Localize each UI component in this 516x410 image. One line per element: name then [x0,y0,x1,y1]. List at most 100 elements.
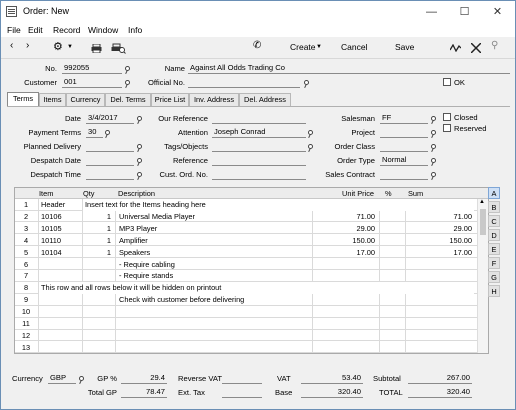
cell-item[interactable]: 10106 [39,211,81,223]
currency-paste-icon[interactable] [79,376,84,383]
cell-sum[interactable]: 29.00 [406,223,474,235]
customer-field[interactable]: 001 [62,77,122,88]
marker-f-button[interactable]: F [488,257,500,269]
table-row[interactable]: 12 [15,330,477,342]
cell-desc[interactable] [117,330,311,342]
cell-item[interactable] [39,294,81,306]
cust-ord-no-field[interactable] [212,169,306,180]
cell-desc[interactable] [117,306,311,318]
cell-qty[interactable] [83,294,113,306]
cell-desc[interactable] [117,318,311,330]
despatch-time-field[interactable] [86,169,134,180]
cell-desc[interactable]: Universal Media Player [117,211,311,223]
order-class-paste-icon[interactable] [431,144,436,151]
cell-item[interactable] [39,259,81,271]
cell-qty[interactable] [83,306,113,318]
cell-price[interactable] [313,318,377,330]
cell-item[interactable] [39,342,81,354]
cell-price[interactable] [313,270,377,282]
next-record-icon[interactable]: › [26,40,29,51]
reserved-checkbox[interactable] [443,124,451,132]
cell-item[interactable] [39,306,81,318]
cell-price[interactable] [313,306,377,318]
cell-sum[interactable] [406,270,474,282]
no-paste-icon[interactable] [125,66,130,73]
cell-qty[interactable]: 1 [83,247,113,259]
cell-sum[interactable] [406,342,474,354]
closed-checkbox[interactable] [443,113,451,121]
cell-desc[interactable]: Speakers [117,247,311,259]
grid-scrollbar[interactable]: ▲ [477,199,488,353]
cell-qty[interactable]: 1 [83,223,113,235]
create-button[interactable]: Create [290,42,316,52]
save-button[interactable]: Save [395,42,414,52]
cell-sum[interactable] [406,318,474,330]
project-paste-icon[interactable] [431,130,436,137]
cell-qty[interactable]: 1 [83,211,113,223]
cell-pct[interactable] [380,235,404,247]
table-row[interactable]: 5 10104 1 Speakers 17.00 17.00 [15,247,477,259]
table-row[interactable]: 6 - Require cabling [15,259,477,271]
maximize-button[interactable]: ☐ [448,1,481,23]
cell-pct[interactable] [380,306,404,318]
cell-pct[interactable] [380,342,404,354]
gear-icon[interactable]: ⚙ [53,40,63,53]
cell-price[interactable]: 71.00 [313,211,377,223]
cell-sum[interactable]: 71.00 [406,211,474,223]
table-row[interactable]: 9 Check with customer before delivering [15,294,477,306]
order-type-paste-icon[interactable] [431,158,436,165]
marker-g-button[interactable]: G [488,271,500,283]
cell-price[interactable] [313,294,377,306]
tab-inv-address[interactable]: Inv. Address [189,93,239,106]
row-note-text[interactable]: Insert text for the Items heading here [83,199,474,211]
cell-qty[interactable] [83,270,113,282]
cell-item[interactable] [39,318,81,330]
scroll-thumb[interactable] [480,209,486,235]
currency-field[interactable]: GBP [48,373,76,384]
cell-qty[interactable] [83,259,113,271]
cell-pct[interactable] [380,247,404,259]
reference-field[interactable] [212,155,306,166]
despatch-date-field[interactable] [86,155,134,166]
cell-pct[interactable] [380,318,404,330]
print-icon[interactable] [91,44,102,53]
tab-del-terms[interactable]: Del. Terms [105,93,151,106]
row-note-text[interactable]: This row and all rows below it will be h… [39,282,474,294]
phone-icon[interactable]: ✆ [253,40,261,51]
payment-terms-paste-icon[interactable] [105,130,110,137]
cell-desc[interactable]: - Require stands [117,270,311,282]
cell-qty[interactable] [83,342,113,354]
cell-sum[interactable]: 17.00 [406,247,474,259]
marker-e-button[interactable]: E [488,243,500,255]
cell-pct[interactable] [380,259,404,271]
expand-icon[interactable] [471,43,481,53]
cell-pct[interactable] [380,211,404,223]
cell-price[interactable] [313,342,377,354]
print-preview-icon[interactable] [111,43,126,54]
cell-sum[interactable] [406,294,474,306]
close-button[interactable]: ✕ [481,1,514,23]
scroll-up-icon[interactable]: ▲ [479,199,485,205]
cell-item[interactable]: Header [39,199,81,211]
marker-c-button[interactable]: C [488,215,500,227]
official-no-field[interactable] [188,77,300,88]
menu-window[interactable]: Window [88,25,118,35]
menu-record[interactable]: Record [53,25,80,35]
salesman-paste-icon[interactable] [431,116,436,123]
planned-delivery-field[interactable] [86,141,134,152]
cell-qty[interactable]: 1 [83,235,113,247]
cell-pct[interactable] [380,330,404,342]
marker-a-button[interactable]: A [488,187,500,199]
cell-item[interactable] [39,330,81,342]
tab-currency[interactable]: Currency [66,93,105,106]
table-row[interactable]: 4 10110 1 Amplifier 150.00 150.00 [15,235,477,247]
cell-item[interactable] [39,270,81,282]
menu-edit[interactable]: Edit [28,25,43,35]
our-reference-field[interactable] [212,113,306,124]
prev-record-icon[interactable]: ‹ [10,40,13,51]
create-chevron-down-icon[interactable]: ▼ [316,44,322,50]
menu-file[interactable]: File [7,25,21,35]
activity-icon[interactable] [450,44,461,52]
cell-price[interactable] [313,259,377,271]
tab-price-list[interactable]: Price List [151,93,189,106]
